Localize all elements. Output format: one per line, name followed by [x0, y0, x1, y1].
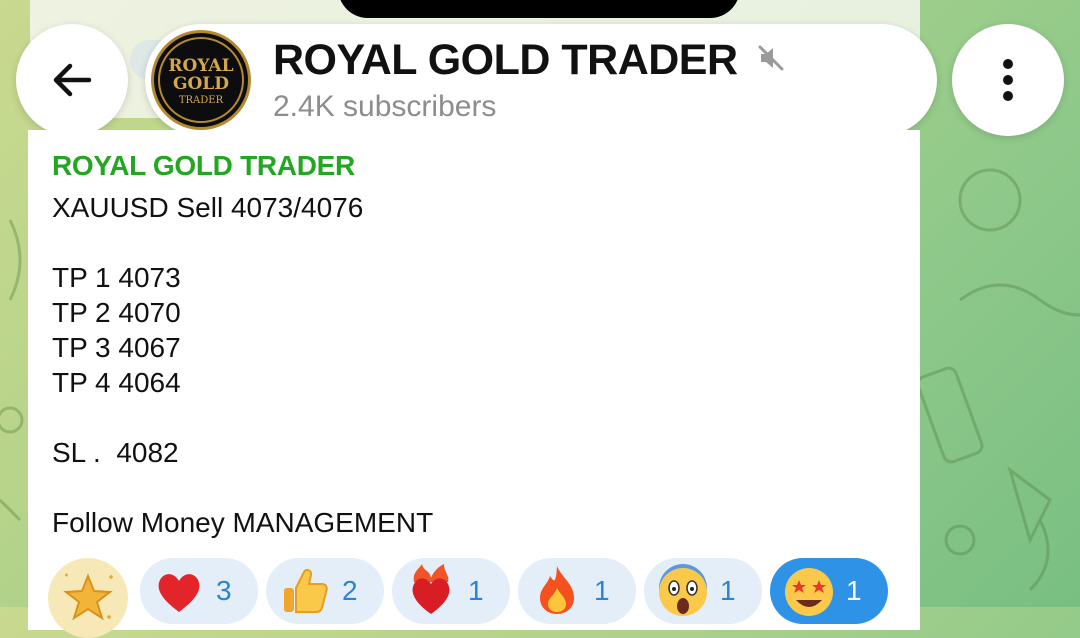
thumbs-up-icon [284, 568, 328, 613]
channel-title: ROYAL GOLD TRADER [273, 36, 738, 84]
message-line: XAUUSD Sell 4073/4076 [52, 192, 364, 223]
message-bubble[interactable]: ROYAL GOLD TRADER XAUUSD Sell 4073/4076 … [28, 130, 920, 638]
fire-icon [540, 566, 574, 614]
more-options-button[interactable] [952, 24, 1064, 136]
reaction-count: 1 [594, 575, 610, 606]
camera-notch [338, 0, 740, 18]
reaction-heart[interactable]: 3 [140, 558, 258, 624]
message-line: TP 1 4073 [52, 262, 181, 293]
reaction-count: 3 [216, 575, 232, 606]
message-text: XAUUSD Sell 4073/4076 TP 1 4073 TP 2 407… [52, 190, 433, 540]
message-line [52, 470, 433, 505]
star-struck-icon [785, 568, 833, 616]
message-line [52, 400, 433, 435]
vertical-dots-icon [1003, 59, 1013, 101]
reaction-heart-on-fire[interactable]: 1 [392, 558, 510, 624]
star-icon [63, 573, 113, 621]
reaction-fire[interactable]: 1 [518, 558, 636, 624]
subscriber-count: 2.4K subscribers [273, 90, 497, 123]
channel-avatar[interactable]: ROYAL GOLD TRADER [151, 30, 251, 130]
royal-gold-trader-logo: ROYAL GOLD TRADER [158, 37, 244, 123]
message-line: TP 4 4064 [52, 367, 181, 398]
message-line [52, 225, 433, 260]
reaction-count: 1 [846, 575, 862, 606]
channel-header[interactable]: ROYAL GOLD TRADER ROYAL GOLD TRADER 2.4K… [145, 24, 937, 136]
message-line: TP 2 4070 [52, 297, 181, 328]
message-line: Follow Money MANAGEMENT [52, 507, 434, 538]
screaming-face-icon [659, 564, 707, 616]
reaction-count: 1 [720, 575, 736, 606]
heart-icon [158, 574, 200, 612]
svg-text:TRADER: TRADER [179, 95, 224, 106]
message-sender: ROYAL GOLD TRADER [52, 150, 355, 181]
reaction-count: 1 [468, 575, 484, 606]
reaction-thumbs-up[interactable]: 2 [266, 558, 384, 624]
back-button[interactable] [16, 24, 128, 136]
reaction-screaming-face[interactable]: 1 [644, 558, 762, 624]
paid-reaction-button[interactable] [48, 558, 128, 638]
heart-on-fire-icon [412, 564, 450, 614]
message-line: SL . 4082 [52, 437, 179, 468]
svg-text:GOLD: GOLD [173, 74, 229, 94]
arrow-left-icon [53, 63, 92, 97]
svg-text:ROYAL: ROYAL [168, 56, 233, 76]
reaction-count: 2 [342, 575, 358, 606]
muted-speaker-icon [758, 45, 784, 71]
reaction-star-struck[interactable]: 1 [770, 558, 888, 624]
message-line: TP 3 4067 [52, 332, 181, 363]
